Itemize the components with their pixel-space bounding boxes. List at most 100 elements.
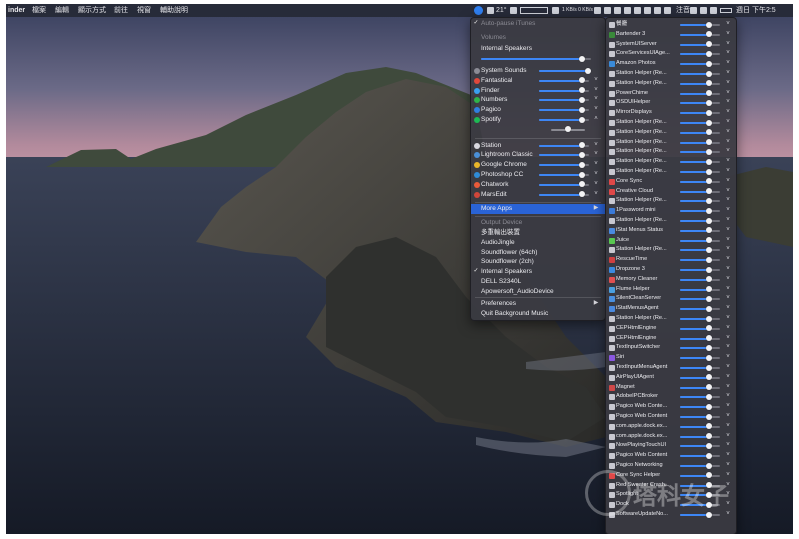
app-volume-slider[interactable] bbox=[680, 139, 720, 146]
grid-icon[interactable] bbox=[664, 7, 671, 14]
app-volume-slider[interactable] bbox=[680, 413, 720, 420]
chevron-down-icon[interactable]: ˅ bbox=[725, 108, 731, 118]
slider-knob[interactable] bbox=[705, 119, 712, 126]
slider-knob[interactable] bbox=[705, 335, 712, 342]
app-volume-slider[interactable] bbox=[539, 67, 591, 74]
weather-temperature[interactable]: 21° bbox=[496, 4, 507, 17]
output-device-item[interactable]: 多重輸出裝置 bbox=[471, 228, 605, 238]
clipboard-icon[interactable] bbox=[624, 7, 631, 14]
slider-knob[interactable] bbox=[565, 126, 571, 133]
disk-icon[interactable] bbox=[552, 7, 559, 14]
menu-window[interactable]: 視窗 bbox=[137, 4, 151, 17]
chevron-down-icon[interactable]: ˅ bbox=[725, 206, 731, 216]
slider-knob[interactable] bbox=[578, 161, 585, 168]
chevron-down-icon[interactable]: ˅ bbox=[725, 373, 731, 383]
chevron-down-icon[interactable]: ˅ bbox=[593, 95, 599, 105]
menu-go[interactable]: 前往 bbox=[114, 4, 128, 17]
app-volume-slider[interactable] bbox=[680, 364, 720, 371]
slider-knob[interactable] bbox=[705, 295, 712, 302]
wifi-icon[interactable] bbox=[700, 7, 707, 14]
chevron-down-icon[interactable]: ˅ bbox=[593, 141, 599, 151]
chevron-down-icon[interactable]: ˅ bbox=[725, 314, 731, 324]
chevron-down-icon[interactable]: ˅ bbox=[593, 190, 599, 200]
app-volume-slider[interactable] bbox=[680, 21, 720, 28]
slider-knob[interactable] bbox=[705, 266, 712, 273]
slider-knob[interactable] bbox=[705, 197, 712, 204]
chevron-up-icon[interactable]: ˄ bbox=[593, 115, 599, 125]
chevron-down-icon[interactable]: ˅ bbox=[725, 265, 731, 275]
slider-knob[interactable] bbox=[705, 354, 712, 361]
slider-knob[interactable] bbox=[705, 109, 712, 116]
app-volume-slider[interactable] bbox=[680, 41, 720, 48]
chevron-down-icon[interactable]: ˅ bbox=[725, 49, 731, 59]
output-device-item[interactable]: ✓ Internal Speakers bbox=[471, 267, 605, 277]
chevron-down-icon[interactable]: ˅ bbox=[725, 30, 731, 40]
slider-knob[interactable] bbox=[578, 171, 585, 178]
slider-knob[interactable] bbox=[578, 106, 585, 113]
clock[interactable]: 週日 下午2:5 bbox=[736, 4, 776, 17]
chevron-down-icon[interactable]: ˅ bbox=[725, 285, 731, 295]
slider-knob[interactable] bbox=[578, 77, 585, 84]
preferences-item[interactable]: Preferences ▶ bbox=[471, 299, 605, 309]
app-volume-slider[interactable] bbox=[680, 423, 720, 430]
sync-icon[interactable] bbox=[604, 7, 611, 14]
chevron-down-icon[interactable]: ˅ bbox=[725, 275, 731, 285]
app-volume-slider[interactable] bbox=[680, 178, 720, 185]
app-volume-slider[interactable] bbox=[680, 60, 720, 67]
slider-knob[interactable] bbox=[705, 227, 712, 234]
chevron-down-icon[interactable]: ˅ bbox=[725, 441, 731, 451]
slider-knob[interactable] bbox=[705, 315, 712, 322]
app-volume-slider[interactable] bbox=[680, 109, 720, 116]
chevron-down-icon[interactable]: ˅ bbox=[725, 147, 731, 157]
weather-icon[interactable] bbox=[487, 7, 494, 14]
app-volume-slider[interactable] bbox=[680, 99, 720, 106]
chevron-down-icon[interactable]: ˅ bbox=[725, 383, 731, 393]
app-volume-slider[interactable] bbox=[680, 227, 720, 234]
app-volume-slider[interactable] bbox=[680, 433, 720, 440]
app-volume-slider[interactable] bbox=[680, 374, 720, 381]
chevron-down-icon[interactable]: ˅ bbox=[725, 138, 731, 148]
chevron-down-icon[interactable]: ˅ bbox=[725, 187, 731, 197]
chevron-down-icon[interactable]: ˅ bbox=[725, 353, 731, 363]
app-volume-slider[interactable] bbox=[539, 142, 589, 149]
chevron-down-icon[interactable]: ˅ bbox=[725, 40, 731, 50]
slider-knob[interactable] bbox=[705, 50, 712, 57]
slider-knob[interactable] bbox=[705, 413, 712, 420]
balance-slider[interactable] bbox=[551, 126, 585, 133]
chevron-down-icon[interactable]: ˅ bbox=[725, 216, 731, 226]
chevron-down-icon[interactable]: ˅ bbox=[725, 324, 731, 334]
chevron-down-icon[interactable]: ˅ bbox=[725, 226, 731, 236]
chevron-down-icon[interactable]: ˅ bbox=[593, 105, 599, 115]
app-volume-slider[interactable] bbox=[539, 116, 589, 123]
chevron-down-icon[interactable]: ˅ bbox=[725, 451, 731, 461]
slider-knob[interactable] bbox=[705, 305, 712, 312]
chevron-down-icon[interactable]: ˅ bbox=[725, 167, 731, 177]
app-volume-slider[interactable] bbox=[680, 237, 720, 244]
slider-knob[interactable] bbox=[705, 21, 712, 28]
slider-knob[interactable] bbox=[705, 384, 712, 391]
chevron-down-icon[interactable]: ˅ bbox=[725, 245, 731, 255]
app-volume-slider[interactable] bbox=[680, 354, 720, 361]
chevron-down-icon[interactable]: ˅ bbox=[725, 98, 731, 108]
output-device-item[interactable]: Soundflower (2ch) bbox=[471, 257, 605, 267]
slider-knob[interactable] bbox=[578, 191, 585, 198]
slider-knob[interactable] bbox=[705, 60, 712, 67]
slider-knob[interactable] bbox=[705, 344, 712, 351]
input-method[interactable]: 注音 bbox=[676, 4, 690, 17]
app-volume-slider[interactable] bbox=[539, 161, 589, 168]
slider-knob[interactable] bbox=[585, 67, 591, 74]
chevron-down-icon[interactable]: ˅ bbox=[725, 20, 731, 30]
app-volume-slider[interactable] bbox=[680, 188, 720, 195]
app-volume-slider[interactable] bbox=[680, 452, 720, 459]
output-device-item[interactable]: Apowersoft_AudioDevice bbox=[471, 287, 605, 297]
slider-knob[interactable] bbox=[705, 41, 712, 48]
slider-knob[interactable] bbox=[578, 142, 585, 149]
slider-knob[interactable] bbox=[705, 168, 712, 175]
chevron-down-icon[interactable]: ˅ bbox=[725, 432, 731, 442]
app-store-icon[interactable] bbox=[634, 7, 641, 14]
chevron-down-icon[interactable]: ˅ bbox=[725, 255, 731, 265]
camera-icon[interactable] bbox=[644, 7, 651, 14]
slider-knob[interactable] bbox=[705, 207, 712, 214]
app-volume-slider[interactable] bbox=[680, 393, 720, 400]
app-volume-slider[interactable] bbox=[680, 266, 720, 273]
